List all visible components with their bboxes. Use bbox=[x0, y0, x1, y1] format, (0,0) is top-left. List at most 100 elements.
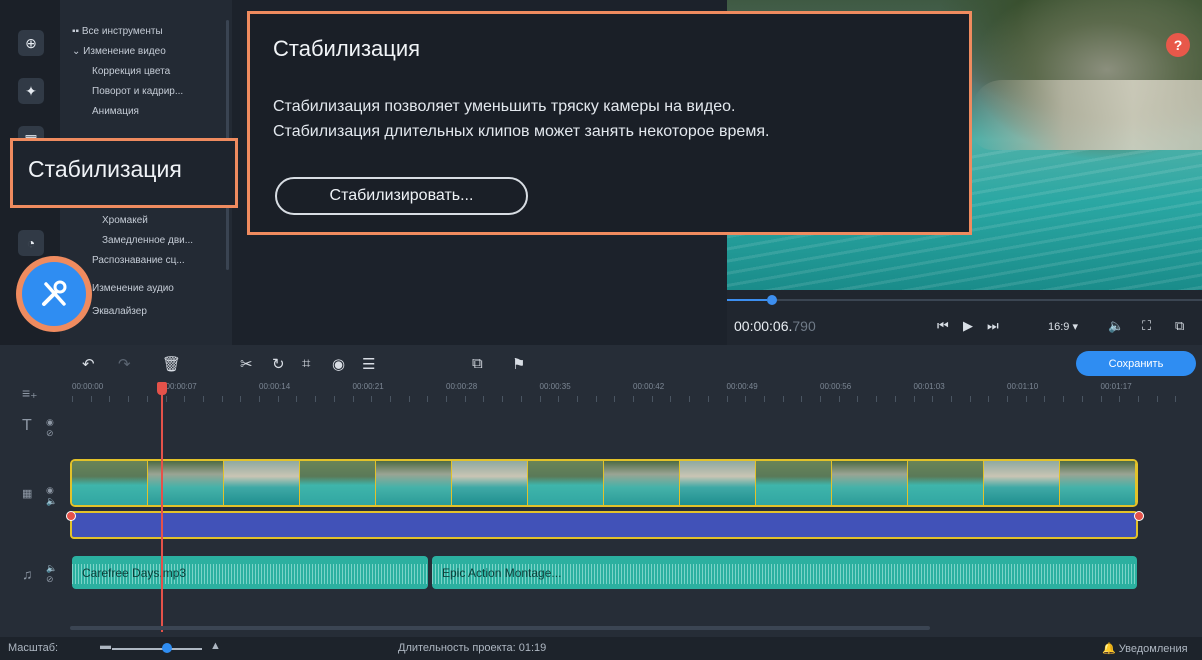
adjustments-icon[interactable]: ☰ bbox=[362, 355, 375, 373]
ruler-tick bbox=[389, 396, 391, 402]
detach-preview-icon[interactable]: ⧉ bbox=[1175, 318, 1184, 334]
ruler-tick bbox=[520, 396, 522, 402]
ruler-tick bbox=[72, 396, 73, 402]
stabilize-button[interactable]: Стабилизировать... bbox=[275, 177, 528, 215]
redo-icon[interactable]: ↷ bbox=[118, 355, 131, 373]
ruler-tick bbox=[1175, 396, 1177, 402]
tool-item[interactable]: Поворот и кадрир... bbox=[92, 86, 183, 97]
notifications-button[interactable]: 🔔 Уведомления bbox=[1102, 642, 1188, 655]
ruler-tick bbox=[614, 396, 616, 402]
ruler-tick-label: 00:00:07 bbox=[165, 382, 197, 391]
ruler-tick bbox=[558, 396, 560, 402]
ruler-tick bbox=[1007, 396, 1008, 402]
ruler-tick bbox=[633, 396, 634, 402]
zoom-out-icon[interactable]: ▬ bbox=[100, 640, 111, 652]
ruler-tick bbox=[1156, 396, 1158, 402]
ruler-tick bbox=[988, 396, 990, 402]
aspect-ratio-select[interactable]: 16:9 ▾ bbox=[1048, 320, 1078, 333]
tool-item[interactable]: Изменение аудио bbox=[92, 283, 174, 294]
ruler-tick bbox=[109, 396, 111, 402]
cut-icon[interactable]: ✂ bbox=[240, 355, 253, 373]
clip-properties-icon[interactable]: ◉ bbox=[332, 355, 345, 373]
ruler-tick bbox=[352, 396, 354, 402]
save-button[interactable]: Сохранить bbox=[1076, 351, 1196, 376]
playhead[interactable] bbox=[161, 382, 163, 632]
tool-item[interactable]: Распознавание сц... bbox=[92, 255, 185, 266]
ruler-tick bbox=[950, 396, 952, 402]
playback-progress-knob[interactable] bbox=[767, 295, 777, 305]
tools-button[interactable] bbox=[22, 262, 86, 326]
zoom-in-icon[interactable]: ▲ bbox=[210, 640, 221, 652]
title-track-visibility-icon[interactable]: ◉ ⊘ bbox=[46, 417, 54, 439]
ruler-tick bbox=[502, 396, 504, 402]
tool-item[interactable]: Анимация bbox=[92, 106, 139, 117]
clip-audio-track[interactable] bbox=[70, 511, 1138, 539]
rotate-icon[interactable]: ↻ bbox=[272, 355, 285, 373]
ruler-tick bbox=[1137, 396, 1139, 402]
audio-clip-name: Carefree Days.mp3 bbox=[82, 566, 187, 580]
time-main-part: 00:00:06. bbox=[734, 318, 793, 334]
ruler-tick bbox=[651, 396, 653, 402]
zoom-slider-knob[interactable] bbox=[162, 643, 172, 653]
playback-progress-fill bbox=[727, 299, 767, 301]
ruler-tick bbox=[1063, 396, 1065, 402]
timeline-scrollbar[interactable] bbox=[70, 626, 930, 630]
tool-group-video-edit[interactable]: ⌄ Изменение видео bbox=[72, 46, 166, 57]
callout-description-line1: Стабилизация позволяет уменьшить тряску … bbox=[273, 98, 736, 115]
prev-frame-icon[interactable]: ⏮ bbox=[937, 318, 949, 334]
delete-icon[interactable]: 🗑 bbox=[162, 355, 181, 373]
ruler-tick bbox=[801, 396, 803, 402]
video-clip[interactable] bbox=[70, 459, 1138, 507]
clip-start-handle[interactable] bbox=[66, 511, 76, 521]
ruler-tick-label: 00:00:49 bbox=[726, 382, 758, 391]
playback-progress-track[interactable] bbox=[727, 299, 1202, 301]
ruler-tick bbox=[240, 396, 242, 402]
audio-clip[interactable]: Carefree Days.mp3 bbox=[72, 556, 428, 589]
current-time: 00:00:06.790 bbox=[734, 318, 816, 334]
music-track-controls-icon[interactable]: 🔈 ⊘ bbox=[46, 563, 57, 585]
tool-item[interactable]: Коррекция цвета bbox=[92, 66, 170, 77]
tool-item[interactable]: Хромакей bbox=[102, 215, 148, 226]
ruler-tick bbox=[539, 396, 541, 402]
add-track-icon[interactable]: ≡₊ bbox=[22, 385, 38, 402]
ruler-tick bbox=[782, 396, 784, 402]
stickers-icon[interactable]: ◔ bbox=[18, 230, 44, 256]
ruler-tick bbox=[464, 396, 466, 402]
fullscreen-icon[interactable]: ⛶ bbox=[1142, 318, 1151, 334]
tool-all-tools[interactable]: ▪▪ Все инструменты bbox=[72, 26, 163, 37]
undo-icon[interactable]: ↶ bbox=[82, 355, 95, 373]
marker-flag-icon[interactable]: ⚑ bbox=[512, 355, 525, 373]
project-duration: Длительность проекта: 01:19 bbox=[398, 642, 547, 654]
ruler-tick bbox=[146, 396, 148, 402]
ruler-tick bbox=[165, 396, 167, 402]
tool-item[interactable]: Замедленное дви... bbox=[102, 235, 193, 246]
playhead-handle[interactable] bbox=[157, 382, 167, 395]
ruler-tick-label: 00:00:28 bbox=[446, 382, 478, 391]
video-track-icon: ▦ bbox=[22, 488, 33, 500]
volume-icon[interactable]: 🔈 bbox=[1108, 318, 1124, 334]
ruler-tick bbox=[90, 396, 92, 402]
ruler-tick bbox=[932, 396, 934, 402]
next-frame-icon[interactable]: ⏭ bbox=[987, 318, 999, 334]
filters-icon[interactable]: ✦ bbox=[18, 78, 44, 104]
ruler-tick-label: 00:00:21 bbox=[352, 382, 384, 391]
notifications-label: Уведомления bbox=[1118, 643, 1188, 655]
import-icon[interactable]: ⊕ bbox=[18, 30, 44, 56]
help-button[interactable]: ? bbox=[1166, 33, 1190, 57]
ruler-tick bbox=[876, 396, 878, 402]
ruler-tick bbox=[1100, 396, 1102, 402]
zoom-slider[interactable] bbox=[112, 648, 202, 650]
ruler-tick-label: 00:00:00 bbox=[72, 382, 104, 391]
ruler-tick bbox=[913, 396, 915, 402]
ruler-tick-label: 00:00:35 bbox=[539, 382, 571, 391]
video-track-visibility-icon[interactable]: ◉ 🔈 bbox=[46, 485, 57, 507]
play-icon[interactable]: ▶ bbox=[963, 318, 973, 334]
audio-clip[interactable]: Epic Action Montage... bbox=[432, 556, 1137, 589]
tool-item[interactable]: Эквалайзер bbox=[92, 306, 147, 317]
clip-end-handle[interactable] bbox=[1134, 511, 1144, 521]
ruler-tick bbox=[1119, 396, 1121, 402]
ruler-tick bbox=[408, 396, 410, 402]
screenshot-icon[interactable]: ⧉ bbox=[472, 355, 483, 372]
tool-group-label: Изменение видео bbox=[83, 46, 166, 57]
crop-icon[interactable]: ⌗ bbox=[302, 355, 310, 372]
